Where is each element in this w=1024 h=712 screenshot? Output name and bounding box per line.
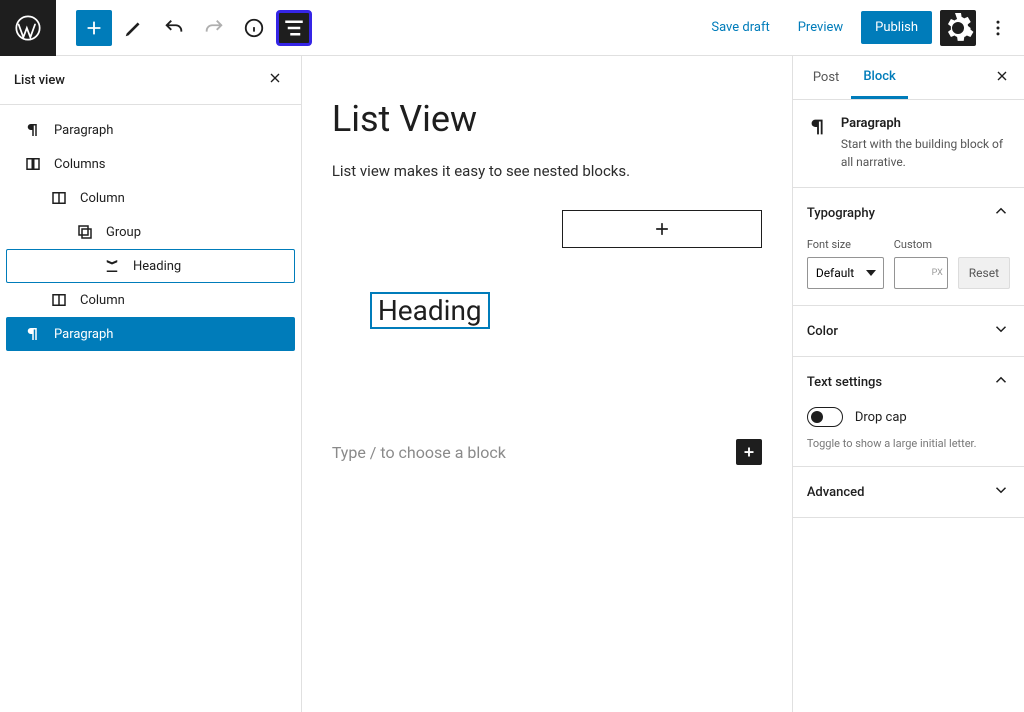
add-block-button[interactable] xyxy=(76,10,112,46)
panel-title: Advanced xyxy=(807,485,865,500)
column-icon xyxy=(50,189,68,207)
columns-icon xyxy=(24,155,42,173)
paragraph-icon xyxy=(807,116,829,171)
list-view-panel: List view Paragraph Columns Column Group xyxy=(0,56,302,712)
publish-button[interactable]: Publish xyxy=(861,11,932,44)
block-appender-row: Type / to choose a block xyxy=(332,439,762,465)
column-icon xyxy=(50,291,68,309)
redo-button[interactable] xyxy=(196,10,232,46)
tree-item-label: Paragraph xyxy=(54,123,113,138)
panel-typography-header[interactable]: Typography xyxy=(793,188,1024,238)
panel-advanced: Advanced xyxy=(793,467,1024,518)
tree-item-label: Columns xyxy=(54,157,106,172)
list-view-button[interactable] xyxy=(276,10,312,46)
toolbar: Save draft Preview Publish xyxy=(0,0,1024,56)
post-title[interactable]: List View xyxy=(332,98,762,140)
panel-text-settings: Text settings Drop cap Toggle to show a … xyxy=(793,357,1024,467)
block-info: Paragraph Start with the building block … xyxy=(793,100,1024,188)
settings-button[interactable] xyxy=(940,10,976,46)
list-view-header: List view xyxy=(0,56,301,105)
paragraph-icon xyxy=(24,121,42,139)
font-size-select[interactable]: Default xyxy=(807,257,884,289)
tree-item-column[interactable]: Column xyxy=(6,283,295,317)
info-button[interactable] xyxy=(236,10,272,46)
chevron-down-icon xyxy=(992,481,1010,503)
panel-color: Color xyxy=(793,306,1024,357)
tree-item-group[interactable]: Group xyxy=(6,215,295,249)
tab-block[interactable]: Block xyxy=(851,57,907,99)
paragraph-block[interactable]: List view makes it easy to see nested bl… xyxy=(332,162,762,180)
toolbar-left xyxy=(56,10,312,46)
drop-cap-toggle[interactable] xyxy=(807,407,843,427)
reset-button[interactable]: Reset xyxy=(958,257,1010,289)
paragraph-icon xyxy=(24,325,42,343)
tree-item-heading[interactable]: Heading xyxy=(6,249,295,283)
sidebar-close-button[interactable] xyxy=(988,62,1016,94)
tree-item-label: Paragraph xyxy=(54,327,113,342)
panel-typography: Typography Font size Default Custom xyxy=(793,188,1024,306)
custom-size-input[interactable]: PX xyxy=(894,257,948,289)
save-draft-button[interactable]: Save draft xyxy=(701,12,779,43)
list-view-title: List view xyxy=(14,73,65,88)
group-icon xyxy=(76,223,94,241)
editor-canvas[interactable]: List View List view makes it easy to see… xyxy=(302,56,792,712)
custom-label: Custom xyxy=(894,238,948,251)
block-tree: Paragraph Columns Column Group Heading C… xyxy=(0,105,301,359)
panel-title: Text settings xyxy=(807,375,882,390)
drop-cap-help: Toggle to show a large initial letter. xyxy=(807,437,1010,450)
tree-item-columns[interactable]: Columns xyxy=(6,147,295,181)
chevron-up-icon xyxy=(992,371,1010,393)
panel-advanced-header[interactable]: Advanced xyxy=(793,467,1024,517)
undo-button[interactable] xyxy=(156,10,192,46)
font-size-label: Font size xyxy=(807,238,884,251)
edit-mode-button[interactable] xyxy=(116,10,152,46)
tab-post[interactable]: Post xyxy=(801,58,852,97)
tree-item-label: Group xyxy=(106,225,141,240)
main-area: List view Paragraph Columns Column Group xyxy=(0,56,1024,712)
heading-block[interactable]: Heading xyxy=(370,292,490,329)
sidebar-tabs: Post Block xyxy=(793,56,1024,100)
add-block-inline-button[interactable] xyxy=(736,439,762,465)
tree-item-label: Column xyxy=(80,293,125,308)
tree-item-paragraph[interactable]: Paragraph xyxy=(6,113,295,147)
panel-title: Typography xyxy=(807,206,875,221)
tree-item-column[interactable]: Column xyxy=(6,181,295,215)
tree-item-paragraph-active[interactable]: Paragraph xyxy=(6,317,295,351)
more-options-button[interactable] xyxy=(984,10,1012,46)
panel-title: Color xyxy=(807,324,838,339)
drop-cap-label: Drop cap xyxy=(855,410,907,425)
heading-icon xyxy=(103,257,121,275)
settings-sidebar: Post Block Paragraph Start with the buil… xyxy=(792,56,1024,712)
chevron-up-icon xyxy=(992,202,1010,224)
panel-color-header[interactable]: Color xyxy=(793,306,1024,356)
list-view-close-button[interactable] xyxy=(263,66,287,94)
tree-item-label: Heading xyxy=(133,259,181,274)
block-name: Paragraph xyxy=(841,116,1010,131)
toolbar-right: Save draft Preview Publish xyxy=(701,10,1024,46)
chevron-down-icon xyxy=(992,320,1010,342)
block-description: Start with the building block of all nar… xyxy=(841,135,1010,171)
insert-block-slot[interactable] xyxy=(562,210,762,248)
wordpress-logo[interactable] xyxy=(0,0,56,56)
tree-item-label: Column xyxy=(80,191,125,206)
block-appender-placeholder[interactable]: Type / to choose a block xyxy=(332,443,506,462)
preview-button[interactable]: Preview xyxy=(788,12,853,43)
panel-text-settings-header[interactable]: Text settings xyxy=(793,357,1024,407)
